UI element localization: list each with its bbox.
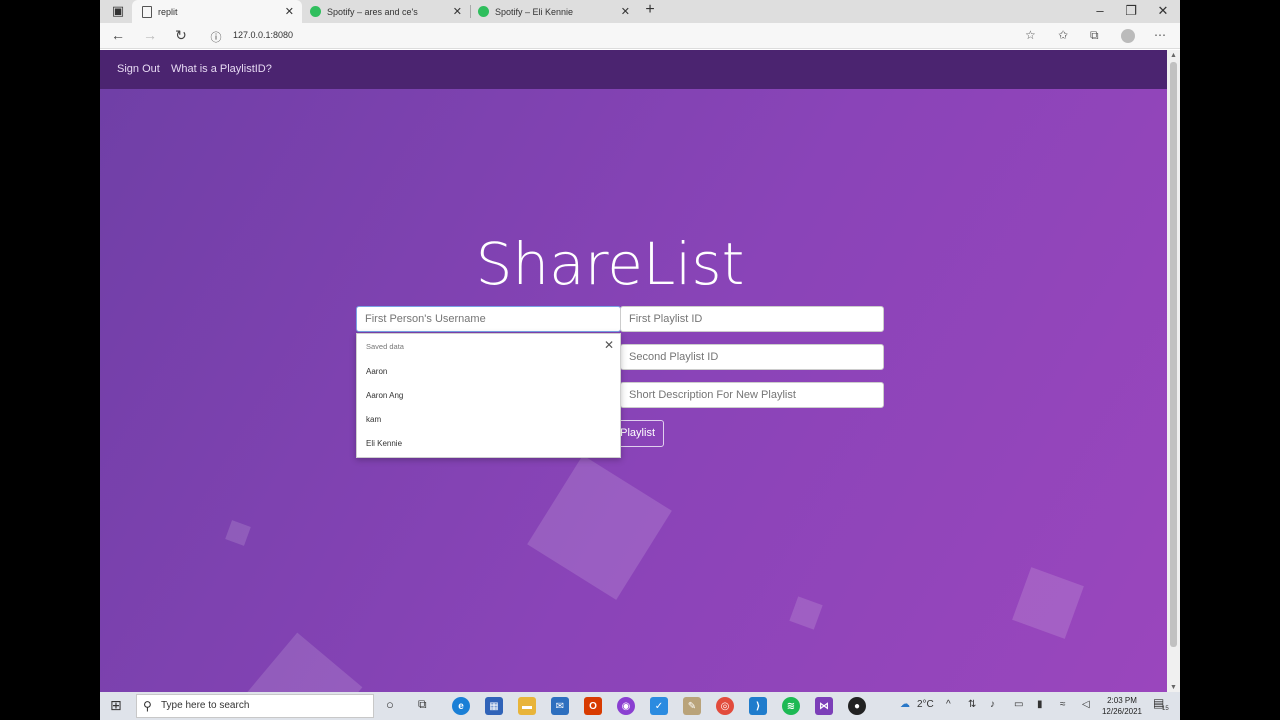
- close-icon[interactable]: ✕: [453, 5, 462, 18]
- weather-temp[interactable]: 2°C: [917, 699, 934, 710]
- autofill-item[interactable]: Eli Kennie: [366, 439, 402, 448]
- more-menu-icon[interactable]: ⋯: [1154, 28, 1166, 42]
- todo-icon[interactable]: ✓: [650, 697, 668, 715]
- clock-time: 2:03 PM: [1107, 696, 1137, 705]
- obs-icon[interactable]: ●: [848, 697, 866, 715]
- url-field[interactable]: 127.0.0.1:8080: [233, 30, 293, 40]
- autofill-dropdown: Saved data ✕ Aaron Aaron Ang kam Eli Ken…: [356, 333, 621, 458]
- mail-icon[interactable]: ✉: [551, 697, 569, 715]
- top-nav: Sign Out What is a PlaylistID?: [100, 50, 1167, 89]
- file-explorer-icon[interactable]: ▬: [518, 697, 536, 715]
- vscode-icon[interactable]: ⟩: [749, 697, 767, 715]
- close-icon[interactable]: ✕: [285, 5, 294, 18]
- weather-icon: ☁: [900, 699, 910, 710]
- description-input[interactable]: [620, 382, 884, 408]
- forward-icon[interactable]: →: [140, 27, 160, 43]
- spotify-icon: [478, 6, 489, 17]
- browser-window: ▣ replit ✕ Spotify – ares and ce's ✕ Spo…: [100, 0, 1180, 720]
- chevron-up-icon[interactable]: ^: [946, 699, 951, 710]
- visual-studio-icon[interactable]: ⋈: [815, 697, 833, 715]
- collections-icon[interactable]: ⧉: [1090, 28, 1099, 43]
- taskbar-search[interactable]: ⚲ Type here to search: [136, 694, 374, 718]
- network-icon[interactable]: ⇅: [968, 699, 976, 710]
- notification-count: 15: [1162, 706, 1169, 712]
- restore-icon[interactable]: ❐: [1121, 3, 1141, 19]
- tab-label: Spotify – ares and ce's: [327, 6, 418, 17]
- favorites-icon[interactable]: ✩: [1058, 28, 1068, 42]
- tab-spotify-ares[interactable]: Spotify – ares and ce's ✕: [302, 0, 470, 23]
- decorative-square: [527, 455, 672, 600]
- first-username-input[interactable]: [356, 306, 621, 332]
- scrollbar-thumb[interactable]: [1170, 62, 1177, 647]
- task-view-icon[interactable]: ⧉: [418, 697, 427, 712]
- tab-replit[interactable]: replit ✕: [132, 0, 302, 23]
- decorative-square: [242, 632, 363, 692]
- minimize-icon[interactable]: –: [1090, 3, 1110, 18]
- paint-icon[interactable]: ✎: [683, 697, 701, 715]
- taskbar-clock[interactable]: 2:03 PM 12/26/2021: [1100, 695, 1144, 717]
- autofill-item[interactable]: Aaron: [366, 367, 387, 376]
- device-icon[interactable]: ▭: [1014, 699, 1023, 710]
- edge-icon[interactable]: e: [452, 697, 470, 715]
- first-playlist-input[interactable]: [620, 306, 884, 332]
- spotify-icon: [310, 6, 321, 17]
- decorative-square: [789, 596, 823, 630]
- tab-actions-icon[interactable]: ▣: [108, 3, 128, 19]
- what-is-playlistid-link[interactable]: What is a PlaylistID?: [171, 63, 272, 75]
- info-icon[interactable]: ⓘ: [206, 29, 226, 45]
- close-window-icon[interactable]: ✕: [1153, 3, 1173, 19]
- chrome-icon[interactable]: ◎: [716, 697, 734, 715]
- tab-label: replit: [158, 6, 178, 17]
- scroll-up-icon[interactable]: ▲: [1170, 52, 1177, 59]
- store-icon[interactable]: ▦: [485, 697, 503, 715]
- tab-label: Spotify – Eli Kennie: [495, 6, 574, 17]
- tab-strip: ▣ replit ✕ Spotify – ares and ce's ✕ Spo…: [100, 0, 1180, 23]
- back-icon[interactable]: ←: [108, 27, 128, 43]
- page-title: ShareList: [475, 230, 745, 298]
- web-page: Sign Out What is a PlaylistID? ShareList…: [100, 50, 1167, 692]
- favorite-add-icon[interactable]: ☆: [1025, 28, 1036, 42]
- windows-start-icon[interactable]: ⊞: [110, 697, 122, 714]
- app-icon[interactable]: ◉: [617, 697, 635, 715]
- close-icon[interactable]: ✕: [604, 338, 614, 352]
- spotify-icon[interactable]: ≋: [782, 697, 800, 715]
- office-icon[interactable]: O: [584, 697, 602, 715]
- refresh-icon[interactable]: ↻: [171, 27, 191, 44]
- clock-date: 12/26/2021: [1101, 707, 1143, 716]
- battery-icon[interactable]: ▮: [1037, 699, 1043, 710]
- autofill-item[interactable]: Aaron Ang: [366, 391, 403, 400]
- search-placeholder: Type here to search: [161, 700, 250, 711]
- address-bar: ← → ↻ ⓘ 127.0.0.1:8080 ☆ ✩ ⧉ ⋯: [100, 23, 1180, 49]
- autofill-item[interactable]: kam: [366, 415, 381, 424]
- wifi-icon[interactable]: ≈: [1060, 699, 1066, 710]
- decorative-square: [225, 520, 251, 546]
- new-tab-button[interactable]: +: [640, 1, 660, 19]
- search-icon: ⚲: [143, 699, 152, 713]
- autofill-header: Saved data: [366, 342, 404, 351]
- sign-out-link[interactable]: Sign Out: [117, 63, 160, 75]
- page-icon: [142, 5, 152, 18]
- cortana-icon[interactable]: ○: [386, 697, 394, 712]
- volume-icon[interactable]: ◁: [1082, 699, 1090, 710]
- profile-avatar[interactable]: [1121, 29, 1135, 43]
- page-scrollbar[interactable]: ▲ ▼: [1167, 50, 1180, 692]
- tab-spotify-eli[interactable]: Spotify – Eli Kennie ✕: [470, 0, 638, 23]
- scroll-down-icon[interactable]: ▼: [1170, 684, 1177, 691]
- close-icon[interactable]: ✕: [621, 5, 630, 18]
- second-playlist-input[interactable]: [620, 344, 884, 370]
- windows-taskbar: ⊞ ⚲ Type here to search ○ ⧉ e ▦ ▬ ✉ O ◉ …: [100, 692, 1180, 720]
- decorative-square: [1012, 567, 1084, 639]
- microphone-icon[interactable]: ♪: [990, 699, 995, 710]
